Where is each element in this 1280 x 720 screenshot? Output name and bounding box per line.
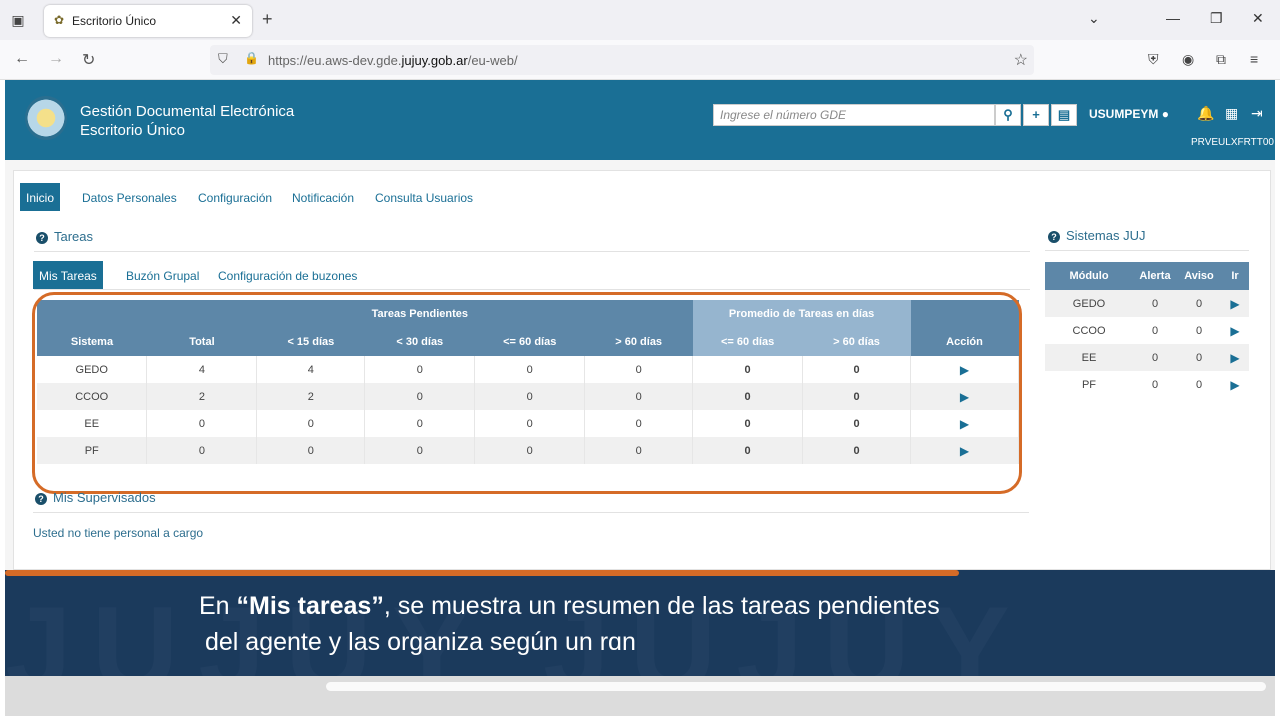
help-icon[interactable]: ? bbox=[1048, 231, 1060, 243]
caption-line1: En “Mis tareas”, se muestra un resumen d… bbox=[199, 592, 940, 620]
col-alerta: Alerta bbox=[1133, 262, 1177, 290]
highlight-oval bbox=[32, 292, 1022, 494]
username-label[interactable]: USUMPEYM ● bbox=[1089, 107, 1169, 121]
divider bbox=[34, 251, 1030, 252]
url-text[interactable]: https://eu.aws-dev.gde.jujuy.gob.ar/eu-w… bbox=[268, 53, 518, 68]
apps-grid-icon[interactable]: ▦ bbox=[1225, 105, 1238, 122]
help-icon[interactable]: ? bbox=[35, 493, 47, 505]
add-button[interactable]: + bbox=[1023, 104, 1049, 126]
video-caption: JUJUY JUJUY En “Mis tareas”, se muestra … bbox=[5, 570, 1275, 676]
search-button[interactable]: ⚲ bbox=[995, 104, 1021, 126]
play-arrow-icon[interactable]: ▶ bbox=[1221, 344, 1249, 371]
cell-alerta: 0 bbox=[1133, 344, 1177, 371]
sistemas-heading: ? Sistemas JUJ bbox=[1048, 228, 1145, 243]
subtab-configuracion-buzones[interactable]: Configuración de buzones bbox=[212, 261, 363, 289]
tab-datos-personales[interactable]: Datos Personales bbox=[76, 183, 183, 211]
close-window-icon[interactable]: ✕ bbox=[1252, 10, 1264, 27]
account-icon[interactable]: ◉ bbox=[1182, 51, 1194, 68]
logout-icon[interactable]: ⇥ bbox=[1251, 105, 1263, 122]
tab-overflow-chevron-icon[interactable]: ⌄ bbox=[1088, 10, 1100, 27]
pocket-icon[interactable]: ⛨ bbox=[1148, 51, 1159, 68]
shield-icon[interactable]: ⛉ bbox=[218, 51, 228, 67]
back-icon[interactable]: ← bbox=[14, 50, 30, 68]
sistemas-table: Módulo Alerta Aviso Ir GEDO 0 0 ▶ CCOO 0… bbox=[1045, 262, 1249, 398]
reload-icon[interactable]: ↻ bbox=[82, 50, 95, 70]
forward-icon[interactable]: → bbox=[48, 50, 64, 68]
app-header: Gestión Documental Electrónica Escritori… bbox=[5, 80, 1275, 160]
cell-modulo: EE bbox=[1045, 344, 1133, 371]
restore-icon[interactable]: ❐ bbox=[1210, 10, 1223, 27]
table-header: Módulo Alerta Aviso Ir bbox=[1045, 262, 1249, 290]
browser-tab[interactable]: ✿ Escritorio Único ✕ bbox=[44, 5, 252, 37]
subtab-mis-tareas[interactable]: Mis Tareas bbox=[33, 261, 103, 289]
table-row: GEDO 0 0 ▶ bbox=[1045, 290, 1249, 317]
site-favicon-icon: ✿ bbox=[54, 13, 65, 27]
bookmark-star-icon[interactable]: ☆ bbox=[1014, 50, 1028, 70]
browser-tab-strip: ▣ ✿ Escritorio Único ✕ + ⌄ — ❐ ✕ bbox=[0, 0, 1280, 40]
tab-configuracion[interactable]: Configuración bbox=[192, 183, 278, 211]
lock-icon[interactable]: 🔒 bbox=[244, 51, 259, 65]
minimize-icon[interactable]: — bbox=[1166, 10, 1180, 26]
clipboard-button[interactable]: ▤ bbox=[1051, 104, 1077, 126]
table-row: CCOO 0 0 ▶ bbox=[1045, 317, 1249, 344]
tab-consulta-usuarios[interactable]: Consulta Usuarios bbox=[369, 183, 479, 211]
table-row: EE 0 0 ▶ bbox=[1045, 344, 1249, 371]
tab-notificacion[interactable]: Notificación bbox=[286, 183, 360, 211]
play-arrow-icon[interactable]: ▶ bbox=[1221, 371, 1249, 398]
app-title: Gestión Documental Electrónica Escritori… bbox=[80, 102, 294, 140]
cell-alerta: 0 bbox=[1151, 378, 1159, 391]
close-tab-icon[interactable]: ✕ bbox=[230, 12, 242, 29]
extensions-icon[interactable]: ⧉ bbox=[1216, 51, 1226, 68]
app-title-line1: Gestión Documental Electrónica bbox=[80, 103, 295, 120]
tareas-heading: ? Tareas bbox=[36, 229, 93, 244]
scrollbar-thumb[interactable] bbox=[326, 682, 1266, 691]
cell-aviso: 0 bbox=[1195, 378, 1203, 391]
address-bar[interactable]: ⛉ 🔒 https://eu.aws-dev.gde.jujuy.gob.ar/… bbox=[210, 45, 1034, 75]
cell-modulo: GEDO bbox=[1045, 290, 1133, 317]
new-tab-icon[interactable]: + bbox=[262, 9, 273, 30]
bell-icon[interactable]: 🔔 bbox=[1197, 105, 1214, 122]
menu-icon[interactable]: ≡ bbox=[1250, 51, 1258, 67]
content-area: Inicio Datos Personales Configuración No… bbox=[5, 160, 1275, 570]
cell-aviso: 0 bbox=[1177, 344, 1221, 371]
divider bbox=[33, 512, 1029, 513]
app-title-line2: Escritorio Único bbox=[80, 122, 186, 139]
table-row: PF 0 0 ▶ bbox=[1045, 371, 1249, 398]
help-icon[interactable]: ? bbox=[36, 232, 48, 244]
user-icon: ● bbox=[1161, 107, 1169, 121]
browser-nav-bar: ← → ↻ ⛉ 🔒 https://eu.aws-dev.gde.jujuy.g… bbox=[0, 40, 1280, 80]
cell-aviso: 0 bbox=[1195, 324, 1203, 337]
cell-aviso: 0 bbox=[1177, 290, 1221, 317]
col-modulo: Módulo bbox=[1045, 262, 1133, 290]
tab-list-icon[interactable]: ▣ bbox=[8, 10, 28, 30]
divider bbox=[34, 289, 1030, 290]
cell-alerta: 0 bbox=[1133, 290, 1177, 317]
divider bbox=[1045, 250, 1249, 251]
tab-title: Escritorio Único bbox=[72, 14, 157, 28]
play-arrow-icon[interactable]: ▶ bbox=[1221, 317, 1249, 344]
province-seal-logo bbox=[25, 96, 67, 140]
play-arrow-icon[interactable]: ▶ bbox=[1221, 290, 1249, 317]
supervisados-heading: ? Mis Supervisados bbox=[35, 490, 156, 505]
caption-progress-bar bbox=[5, 570, 959, 576]
tab-inicio[interactable]: Inicio bbox=[20, 183, 61, 211]
user-code: PRVEULXFRTT00 bbox=[1191, 137, 1274, 148]
cell-modulo: PF bbox=[1081, 378, 1097, 391]
no-staff-message: Usted no tiene personal a cargo bbox=[33, 526, 204, 540]
col-ir: Ir bbox=[1221, 262, 1249, 290]
cell-modulo: CCOO bbox=[1072, 324, 1106, 337]
gde-search-input[interactable]: Ingrese el número GDE bbox=[713, 104, 995, 126]
subtab-buzon-grupal[interactable]: Buzón Grupal bbox=[120, 261, 205, 289]
caption-line2: del agente y las organiza según un rɑn bbox=[205, 628, 636, 656]
col-aviso: Aviso bbox=[1177, 262, 1221, 290]
cell-alerta: 0 bbox=[1151, 324, 1159, 337]
